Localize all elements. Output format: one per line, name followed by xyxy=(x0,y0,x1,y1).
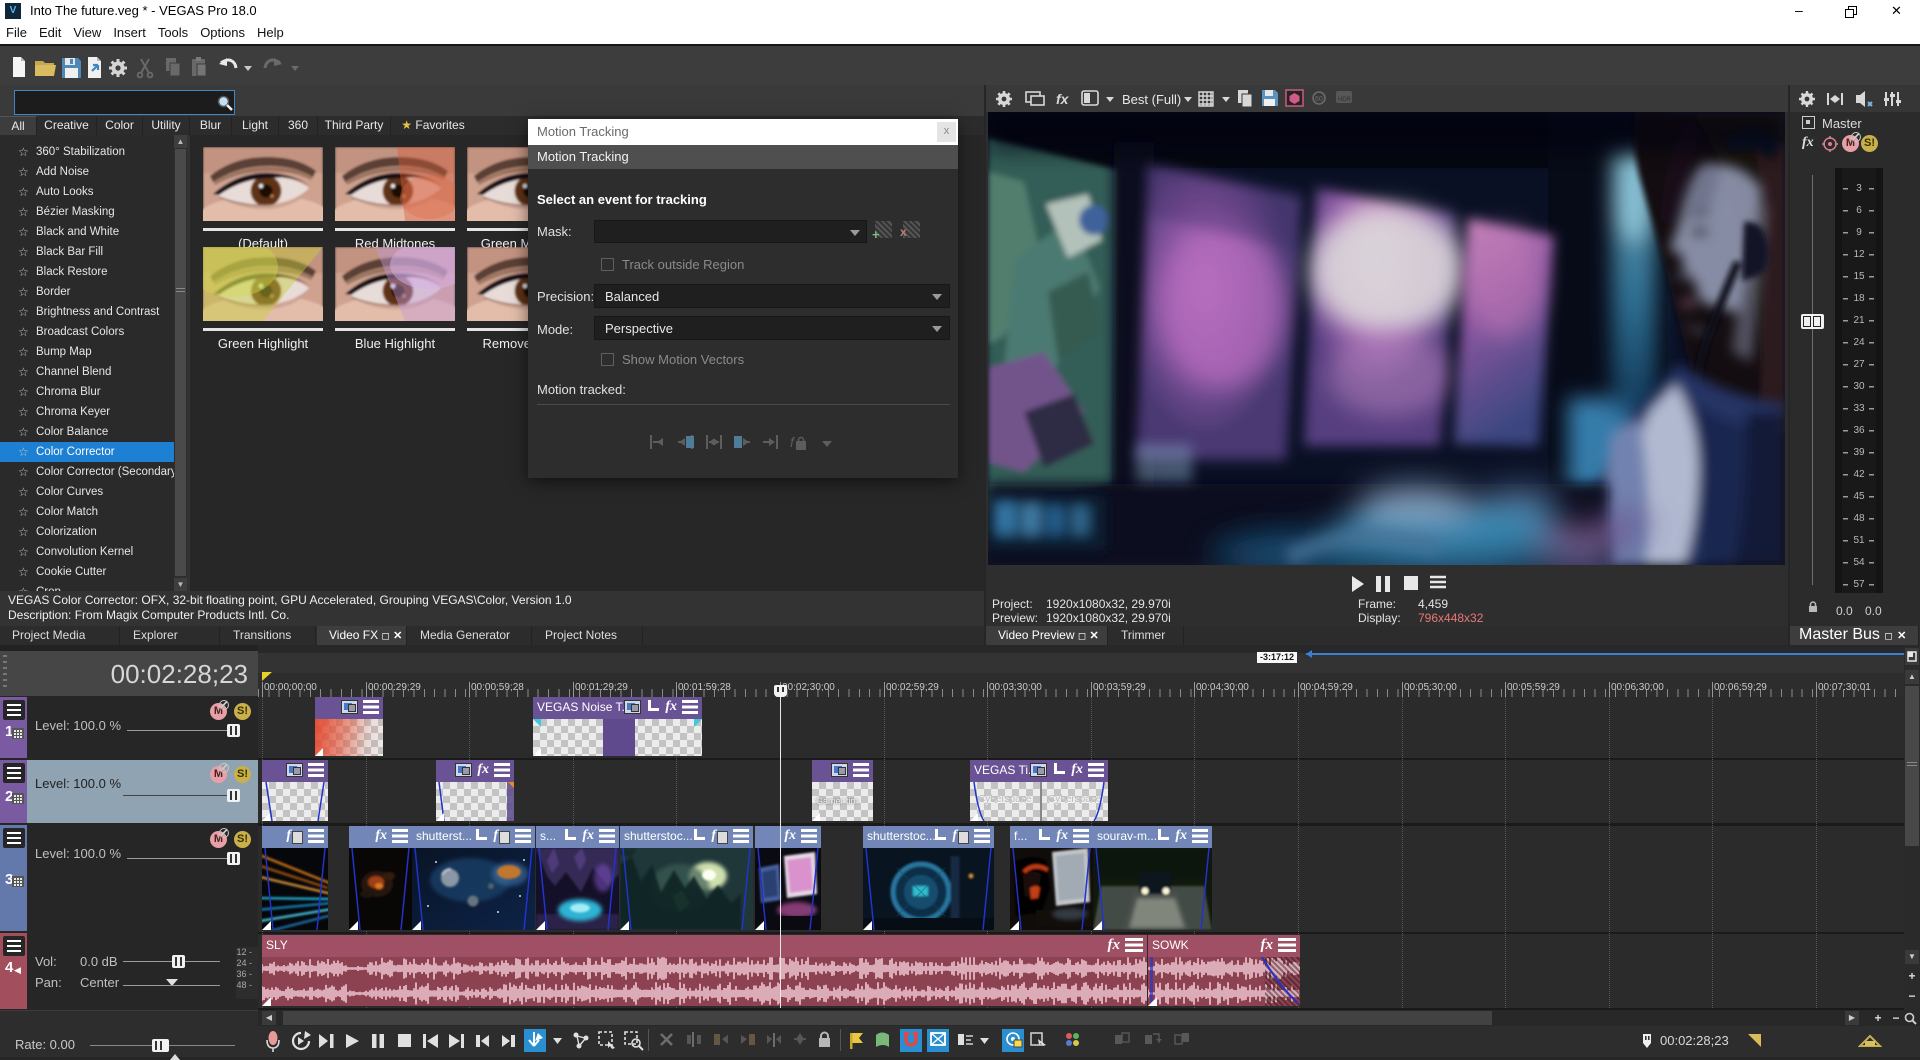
svg-text:6: 6 xyxy=(1856,205,1862,216)
svg-text:21: 21 xyxy=(1853,315,1865,326)
svg-text:51: 51 xyxy=(1853,535,1865,546)
svg-text:24: 24 xyxy=(1853,337,1865,348)
svg-text:45: 45 xyxy=(1853,491,1865,502)
svg-text:30: 30 xyxy=(1853,381,1865,392)
svg-text:39: 39 xyxy=(1853,447,1865,458)
svg-text:fx: fx xyxy=(1056,91,1070,107)
svg-text:9: 9 xyxy=(1856,227,1862,238)
svg-text:48: 48 xyxy=(1853,513,1865,524)
svg-text:15: 15 xyxy=(1853,271,1865,282)
svg-text:42: 42 xyxy=(1853,469,1865,480)
svg-text:54: 54 xyxy=(1853,557,1865,568)
svg-text:3: 3 xyxy=(1856,183,1862,194)
svg-text:Best (Full): Best (Full) xyxy=(1122,92,1181,107)
svg-text:60: 60 xyxy=(1315,96,1323,103)
svg-text:f: f xyxy=(790,434,796,450)
svg-text:33: 33 xyxy=(1853,403,1865,414)
svg-text:27: 27 xyxy=(1853,359,1865,370)
svg-text:HDR: HDR xyxy=(1338,97,1352,103)
svg-text:57: 57 xyxy=(1853,579,1865,590)
svg-text:36: 36 xyxy=(1853,425,1865,436)
svg-text:12: 12 xyxy=(1853,249,1865,260)
svg-text:18: 18 xyxy=(1853,293,1865,304)
